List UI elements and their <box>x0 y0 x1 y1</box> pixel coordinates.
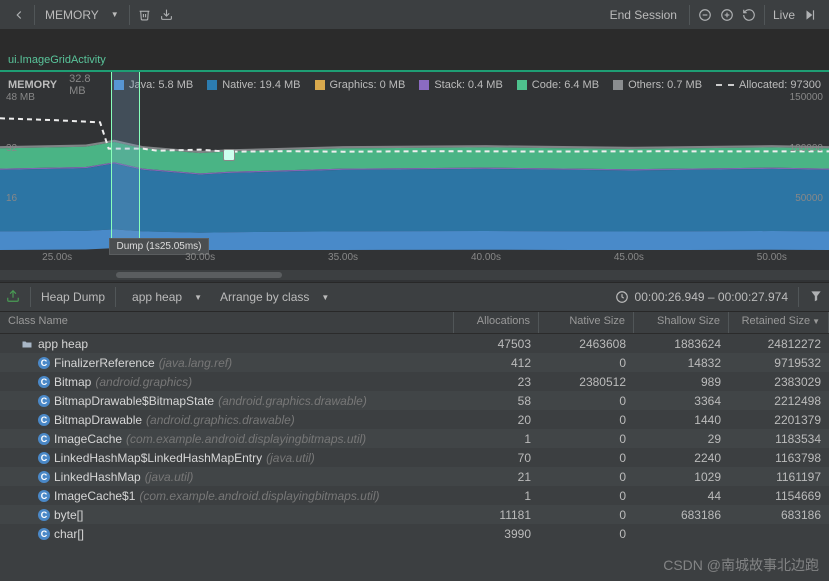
chart-scrollbar[interactable] <box>0 270 829 280</box>
class-icon: C <box>38 357 50 369</box>
delete-button[interactable] <box>134 4 156 26</box>
class-icon: C <box>38 433 50 445</box>
table-row[interactable]: CFinalizerReference (java.lang.ref) 412 … <box>0 353 829 372</box>
live-label: Live <box>773 8 795 22</box>
profiler-toolbar: MEMORY ▼ End Session Live <box>0 0 829 30</box>
col-class-name[interactable]: Class Name <box>0 312 454 333</box>
table-row[interactable]: Cbyte[] 11181 0 683186 683186 <box>0 505 829 524</box>
arrange-dropdown[interactable]: Arrange by class ▼ <box>214 288 335 306</box>
separator <box>30 287 31 307</box>
separator <box>115 287 116 307</box>
heap-table-body: app heap 47503 2463608 1883624 24812272 … <box>0 334 829 543</box>
table-row[interactable]: CBitmapDrawable$BitmapState (android.gra… <box>0 391 829 410</box>
time-range: 00:00:26.949 – 00:00:27.974 <box>615 290 788 304</box>
go-live-button[interactable] <box>799 4 821 26</box>
chevron-down-icon: ▼ <box>194 293 202 302</box>
clock-icon <box>615 290 629 304</box>
filter-button[interactable] <box>809 289 823 306</box>
back-button[interactable] <box>8 4 30 26</box>
heap-dump-label: Heap Dump <box>41 290 105 304</box>
memory-chart[interactable]: MEMORY32.8 MBJava: 5.8 MBNative: 19.4 MB… <box>0 72 829 282</box>
arrange-value: Arrange by class <box>220 290 309 304</box>
legend-title: MEMORY <box>8 79 57 91</box>
class-icon: C <box>38 471 50 483</box>
separator <box>798 287 799 307</box>
time-range-value: 00:00:26.949 – 00:00:27.974 <box>635 290 788 304</box>
table-row[interactable]: CImageCache (com.example.android.display… <box>0 429 829 448</box>
class-icon: C <box>38 376 50 388</box>
heap-scope-value: app heap <box>132 290 182 304</box>
chart-selection[interactable] <box>111 72 140 248</box>
memory-label: MEMORY <box>45 8 99 22</box>
chevron-down-icon: ▼ <box>321 293 329 302</box>
heap-toolbar: Heap Dump app heap ▼ Arrange by class ▼ … <box>0 282 829 312</box>
class-icon: C <box>38 490 50 502</box>
zoom-out-button[interactable] <box>694 4 716 26</box>
zoom-in-button[interactable] <box>716 4 738 26</box>
memory-dropdown[interactable]: MEMORY ▼ <box>39 6 125 24</box>
sort-desc-icon: ▼ <box>812 317 820 326</box>
chart-scroll-thumb[interactable] <box>116 272 282 278</box>
chart-body[interactable]: 48 MB321615000010000050000Dump (1s25.05m… <box>0 98 829 250</box>
table-row[interactable]: CLinkedHashMap$LinkedHashMapEntry (java.… <box>0 448 829 467</box>
activity-name: ui.ImageGridActivity <box>8 54 106 66</box>
watermark: CSDN @南城故事北边跑 <box>663 555 819 575</box>
heap-scope-dropdown[interactable]: app heap ▼ <box>126 288 208 306</box>
class-icon: C <box>38 414 50 426</box>
table-row[interactable]: CBitmap (android.graphics) 23 2380512 98… <box>0 372 829 391</box>
class-icon: C <box>38 509 50 521</box>
col-native-size[interactable]: Native Size <box>539 312 634 333</box>
export-button[interactable] <box>156 4 178 26</box>
table-row[interactable]: app heap 47503 2463608 1883624 24812272 <box>0 334 829 353</box>
activity-bar: ui.ImageGridActivity <box>0 50 829 72</box>
table-row[interactable]: Cchar[] 3990 0 <box>0 524 829 543</box>
legend-allocated: Allocated: 97300 <box>716 79 821 91</box>
separator <box>129 5 130 25</box>
class-icon: C <box>38 395 50 407</box>
heap-table-header: Class Name Allocations Native Size Shall… <box>0 312 829 334</box>
end-session-button[interactable]: End Session <box>602 6 685 24</box>
legend-item: Code: 6.4 MB <box>517 79 599 91</box>
capture-button[interactable] <box>6 289 20 306</box>
table-row[interactable]: CBitmapDrawable (android.graphics.drawab… <box>0 410 829 429</box>
separator <box>689 5 690 25</box>
heap-table: Class Name Allocations Native Size Shall… <box>0 312 829 543</box>
separator <box>34 5 35 25</box>
legend-item: Graphics: 0 MB <box>315 79 406 91</box>
legend-total: 32.8 MB <box>69 73 100 97</box>
class-icon: C <box>38 452 50 464</box>
legend-item: Stack: 0.4 MB <box>419 79 502 91</box>
chart-x-axis: 25.00s30.00s35.00s40.00s45.00s50.00s <box>0 250 829 270</box>
package-icon <box>20 338 34 350</box>
col-retained-size[interactable]: Retained Size▼ <box>729 312 829 333</box>
separator <box>764 5 765 25</box>
table-row[interactable]: CLinkedHashMap (java.util) 21 0 1029 116… <box>0 467 829 486</box>
legend-item: Others: 0.7 MB <box>613 79 702 91</box>
chevron-down-icon: ▼ <box>111 10 119 19</box>
col-allocations[interactable]: Allocations <box>454 312 539 333</box>
col-shallow-size[interactable]: Shallow Size <box>634 312 729 333</box>
legend-item: Native: 19.4 MB <box>207 79 300 91</box>
gap <box>0 30 829 50</box>
marker-icon <box>223 149 235 161</box>
table-row[interactable]: CImageCache$1 (com.example.android.displ… <box>0 486 829 505</box>
class-icon: C <box>38 528 50 540</box>
reset-zoom-button[interactable] <box>738 4 760 26</box>
